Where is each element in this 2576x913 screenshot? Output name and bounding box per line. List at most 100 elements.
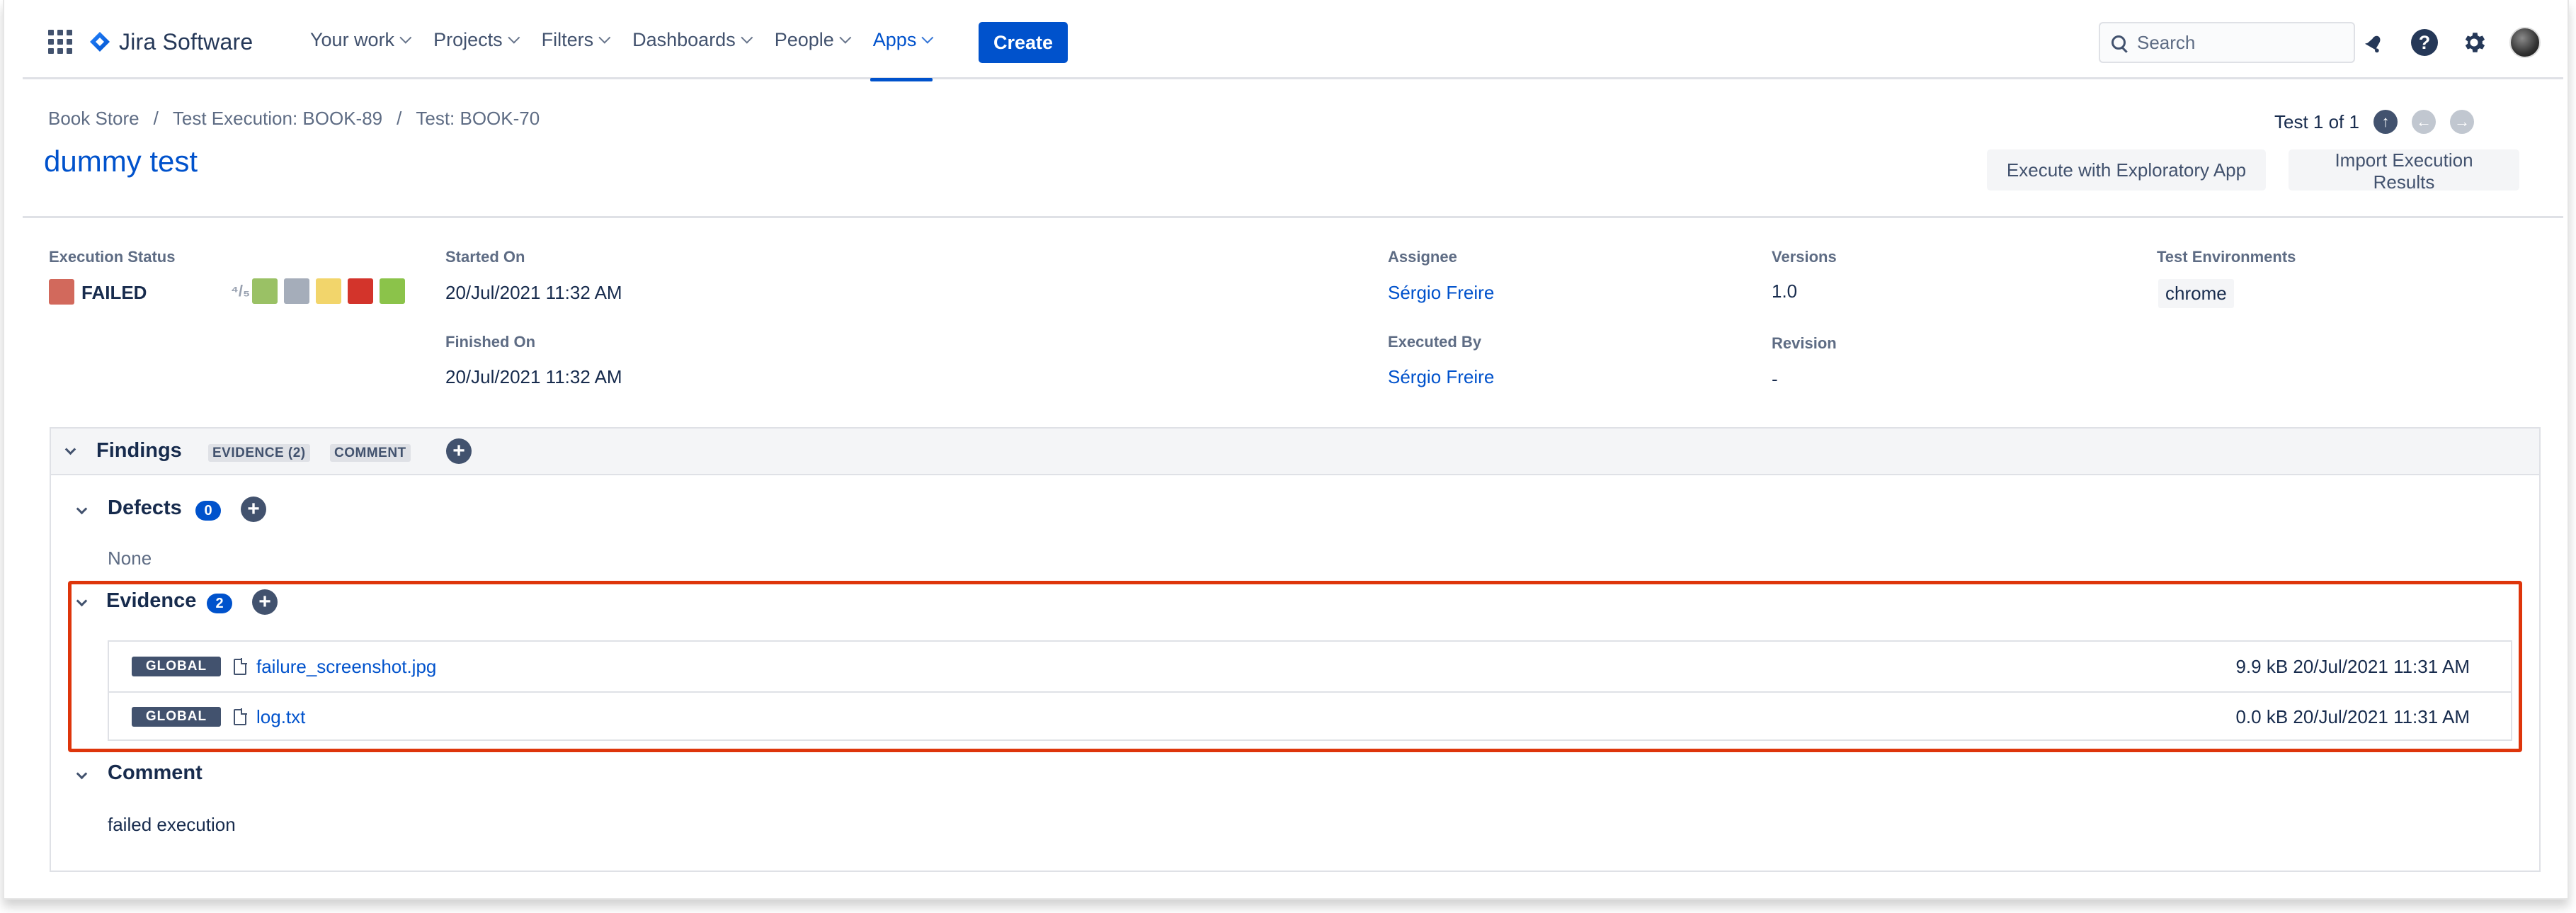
assignee-value[interactable]: Sérgio Freire bbox=[1388, 282, 1494, 304]
file-icon bbox=[234, 708, 247, 725]
user-avatar[interactable] bbox=[2509, 27, 2541, 58]
status-option-executing[interactable] bbox=[316, 278, 341, 304]
versions-label: Versions bbox=[1772, 248, 1837, 266]
execution-status-value[interactable]: FAILED bbox=[81, 282, 147, 304]
search-box[interactable] bbox=[2099, 22, 2355, 63]
add-defect-plus-icon[interactable]: + bbox=[241, 497, 266, 522]
chevron-down-icon bbox=[507, 31, 520, 44]
breadcrumb-project[interactable]: Book Store bbox=[48, 108, 139, 130]
tab-evidence[interactable]: EVIDENCE (2) bbox=[208, 444, 310, 462]
defects-title: Defects bbox=[108, 497, 182, 519]
test-environment-tag: chrome bbox=[2158, 279, 2234, 308]
file-icon bbox=[234, 657, 247, 675]
nav-label: Dashboards bbox=[632, 28, 736, 50]
help-icon[interactable]: ? bbox=[2409, 27, 2440, 58]
nav-apps[interactable]: Apps bbox=[860, 0, 943, 81]
execute-exploratory-button[interactable]: Execute with Exploratory App bbox=[1987, 149, 2266, 191]
comment-text: failed execution bbox=[108, 814, 236, 835]
scope-badge: GLOBAL bbox=[132, 707, 221, 727]
status-option-custom[interactable] bbox=[380, 278, 405, 304]
chevron-down-icon bbox=[839, 31, 852, 44]
chevron-down-icon[interactable] bbox=[76, 503, 88, 515]
breadcrumb: Book Store / Test Execution: BOOK-89 / T… bbox=[48, 108, 540, 130]
assignee-label: Assignee bbox=[1388, 248, 1457, 266]
nav-label: Filters bbox=[541, 28, 594, 50]
evidence-row[interactable]: GLOBAL log.txt 0.0 kB 20/Jul/2021 11:31 … bbox=[109, 691, 2511, 741]
add-evidence-plus-icon[interactable]: + bbox=[252, 589, 278, 615]
status-option-failed[interactable] bbox=[348, 278, 373, 304]
nav-label: Projects bbox=[433, 28, 503, 50]
breadcrumb-separator: / bbox=[153, 108, 159, 129]
findings-title: Findings bbox=[96, 439, 182, 462]
started-on-label: Started On bbox=[445, 248, 525, 266]
app-window: Jira Software Your work Projects Filters… bbox=[3, 0, 2569, 900]
nav-projects[interactable]: Projects bbox=[421, 0, 529, 79]
add-finding-plus-icon[interactable]: + bbox=[446, 438, 472, 464]
executed-by-label: Executed By bbox=[1388, 333, 1482, 351]
app-name: Jira Software bbox=[119, 28, 253, 55]
avatar bbox=[2509, 27, 2541, 58]
status-option-passed[interactable] bbox=[252, 278, 278, 304]
execution-status-label: Execution Status bbox=[49, 248, 176, 266]
nav-dashboards[interactable]: Dashboards bbox=[620, 0, 762, 79]
search-icon bbox=[2111, 35, 2126, 50]
chevron-down-icon bbox=[399, 31, 412, 44]
breadcrumb-test-execution[interactable]: Test Execution: BOOK-89 bbox=[173, 108, 382, 130]
nav-label: People bbox=[774, 28, 834, 50]
versions-value: 1.0 bbox=[1772, 280, 1798, 302]
top-navigation: Jira Software Your work Projects Filters… bbox=[23, 0, 2563, 81]
nav-filters[interactable]: Filters bbox=[529, 0, 620, 79]
nav-label: Apps bbox=[872, 28, 917, 50]
comment-title: Comment bbox=[108, 761, 203, 784]
app-switcher-icon[interactable] bbox=[48, 30, 72, 54]
arrow-right-icon[interactable]: → bbox=[2449, 110, 2474, 134]
revision-label: Revision bbox=[1772, 334, 1837, 352]
nav-menu: Your work Projects Filters Dashboards Pe… bbox=[297, 0, 943, 81]
defects-count-badge: 0 bbox=[195, 501, 221, 521]
header-divider bbox=[23, 216, 2563, 218]
finished-on-label: Finished On bbox=[445, 333, 536, 351]
evidence-file-meta: 0.0 kB 20/Jul/2021 11:31 AM bbox=[2235, 705, 2470, 727]
chevron-down-icon[interactable] bbox=[64, 443, 76, 455]
tab-comment[interactable]: COMMENT bbox=[330, 444, 411, 462]
defects-empty-text: None bbox=[108, 548, 152, 569]
jira-logo[interactable]: Jira Software bbox=[89, 24, 253, 59]
evidence-title: Evidence bbox=[106, 589, 197, 612]
nav-your-work[interactable]: Your work bbox=[297, 0, 421, 79]
evidence-count-badge: 2 bbox=[207, 594, 232, 613]
create-button[interactable]: Create bbox=[979, 22, 1068, 63]
breadcrumb-test[interactable]: Test: BOOK-70 bbox=[416, 108, 540, 130]
chevron-down-icon bbox=[741, 31, 753, 44]
test-pager: Test 1 of 1 ↑ ← → bbox=[2274, 110, 2474, 134]
jira-diamond-icon bbox=[90, 32, 110, 52]
executed-by-value[interactable]: Sérgio Freire bbox=[1388, 366, 1494, 388]
import-results-button[interactable]: Import Execution Results bbox=[2289, 149, 2519, 193]
chevron-down-icon[interactable] bbox=[76, 768, 88, 780]
pager-text: Test 1 of 1 bbox=[2274, 110, 2359, 132]
page-title[interactable]: dummy test bbox=[44, 144, 198, 178]
test-environments-label: Test Environments bbox=[2157, 248, 2296, 266]
evidence-file-link[interactable]: log.txt bbox=[256, 706, 305, 728]
arrow-up-icon[interactable]: ↑ bbox=[2373, 110, 2398, 134]
chevron-down-icon bbox=[598, 31, 611, 44]
started-on-value: 20/Jul/2021 11:32 AM bbox=[445, 282, 622, 303]
findings-header[interactable]: Findings EVIDENCE (2) COMMENT + bbox=[51, 429, 2539, 475]
breadcrumb-separator: / bbox=[397, 108, 402, 129]
evidence-row[interactable]: GLOBAL failure_screenshot.jpg 9.9 kB 20/… bbox=[109, 642, 2511, 691]
search-input[interactable] bbox=[2137, 31, 2335, 54]
nav-people[interactable]: People bbox=[762, 0, 860, 79]
chevron-down-icon bbox=[921, 31, 934, 44]
finished-on-value: 20/Jul/2021 11:32 AM bbox=[445, 366, 622, 387]
nav-label: Your work bbox=[310, 28, 395, 50]
evidence-file-meta: 9.9 kB 20/Jul/2021 11:31 AM bbox=[2235, 655, 2470, 677]
scope-badge: GLOBAL bbox=[132, 657, 221, 676]
status-color-square bbox=[49, 279, 74, 305]
status-code-icon[interactable]: ⁴/₅ bbox=[231, 282, 250, 300]
arrow-left-icon[interactable]: ← bbox=[2411, 110, 2436, 134]
evidence-file-link[interactable]: failure_screenshot.jpg bbox=[256, 656, 436, 678]
notifications-bell-icon[interactable] bbox=[2359, 27, 2390, 58]
status-option-todo[interactable] bbox=[284, 278, 309, 304]
evidence-list: GLOBAL failure_screenshot.jpg 9.9 kB 20/… bbox=[108, 640, 2512, 741]
settings-gear-icon[interactable] bbox=[2458, 27, 2490, 58]
revision-value: - bbox=[1772, 368, 1778, 390]
